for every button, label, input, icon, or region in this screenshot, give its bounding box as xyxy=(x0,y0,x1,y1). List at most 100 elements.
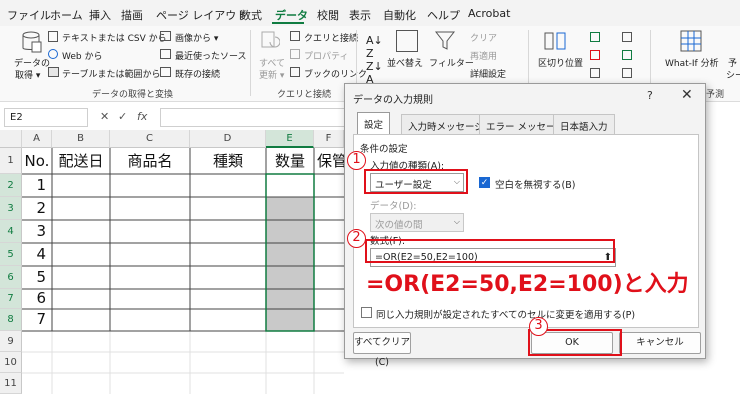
from-web[interactable]: Web から xyxy=(62,49,102,62)
row-header-7[interactable]: 7 xyxy=(0,289,22,309)
menu-data[interactable]: データ xyxy=(275,7,308,23)
column-header-e[interactable]: E xyxy=(266,130,314,148)
row-header-2[interactable]: 2 xyxy=(0,174,22,197)
menu-formulas[interactable]: 数式 xyxy=(240,7,262,23)
column-header-b[interactable]: B xyxy=(52,130,110,148)
recent-sources[interactable]: 最近使ったソース xyxy=(175,49,247,62)
header-type[interactable]: 種類 xyxy=(190,150,266,174)
data-validation-dialog: データの入力規則 ? ✕ 設定 入力時メッセージ エラー メッセージ 日本語入力… xyxy=(344,83,706,368)
ignore-blank-label[interactable]: 空白を無視する(B) xyxy=(495,177,575,191)
existing-connections[interactable]: 既存の接続 xyxy=(175,67,220,80)
header-product-name[interactable]: 商品名 xyxy=(110,150,190,174)
apply-all-label[interactable]: 同じ入力規則が設定されたすべてのセルに変更を適用する(P) xyxy=(376,307,635,321)
column-header-c[interactable]: C xyxy=(110,130,190,148)
row-header-5[interactable]: 5 xyxy=(0,243,22,266)
apply-all-checkbox[interactable] xyxy=(361,307,372,318)
clear-all-button[interactable]: すべてクリア(C) xyxy=(353,332,411,368)
filter-button[interactable]: フィルター xyxy=(429,56,474,69)
cell-a4[interactable]: 3 xyxy=(22,220,52,243)
text-csv-icon xyxy=(48,31,58,42)
relationships-icon[interactable] xyxy=(622,50,632,60)
consolidate-icon[interactable] xyxy=(622,32,632,42)
highlight-allow-select xyxy=(364,169,468,194)
formula-input[interactable] xyxy=(160,108,350,127)
menu-insert[interactable]: 挿入 xyxy=(89,7,111,23)
ignore-blank-checkbox[interactable]: ✓ xyxy=(479,177,490,188)
group-forecast: 予測 xyxy=(706,90,725,100)
table-borders xyxy=(22,148,344,332)
filter-icon xyxy=(434,31,456,50)
column-header-d[interactable]: D xyxy=(190,130,266,148)
select-all-corner[interactable] xyxy=(0,130,22,148)
menu-automate[interactable]: 自動化 xyxy=(383,7,416,23)
header-storage[interactable]: 保管 xyxy=(314,150,348,174)
enter-icon[interactable]: ✓ xyxy=(118,110,127,123)
row-header-3[interactable]: 3 xyxy=(0,197,22,220)
dialog-title: データの入力規則 xyxy=(353,95,433,106)
tab-input-message[interactable]: 入力時メッセージ xyxy=(401,114,491,134)
flash-fill-icon[interactable] xyxy=(590,32,600,42)
column-header-f[interactable]: F xyxy=(314,130,344,148)
from-images[interactable]: 画像から ▾ xyxy=(175,31,218,44)
remove-duplicates-icon[interactable] xyxy=(590,50,600,60)
menu-bar: ファイル ホーム 挿入 描画 ページ レイアウト 数式 データ 校閲 表示 自動… xyxy=(0,0,740,26)
close-icon[interactable]: ✕ xyxy=(681,87,693,103)
refresh-icon xyxy=(261,31,280,48)
data-model-icon[interactable] xyxy=(622,68,632,78)
get-data-label-2[interactable]: 取得 ▾ xyxy=(15,68,40,81)
row-header-11[interactable]: 11 xyxy=(0,373,22,394)
cell-a5[interactable]: 4 xyxy=(22,243,52,266)
data-validation-icon[interactable] xyxy=(590,68,600,78)
header-quantity[interactable]: 数量 xyxy=(266,150,314,174)
row-header-1[interactable]: 1 xyxy=(0,148,22,174)
advanced-filter[interactable]: 詳細設定 xyxy=(470,67,506,80)
clear-filter[interactable]: クリア xyxy=(470,31,497,44)
reapply-filter[interactable]: 再適用 xyxy=(470,49,497,62)
cell-a8[interactable]: 7 xyxy=(22,309,52,331)
header-delivery-date[interactable]: 配送日 xyxy=(52,150,110,174)
tab-ime[interactable]: 日本語入力 xyxy=(553,114,615,134)
row-header-10[interactable]: 10 xyxy=(0,352,22,373)
data-select[interactable]: 次の値の間 ⌵ xyxy=(370,213,464,232)
menu-view[interactable]: 表示 xyxy=(349,7,371,23)
refresh-all-2[interactable]: 更新 ▾ xyxy=(259,68,284,81)
menu-draw[interactable]: 描画 xyxy=(121,7,143,23)
cancel-button[interactable]: キャンセル xyxy=(619,332,701,354)
whatif-analysis[interactable]: What-If 分析 xyxy=(665,56,719,69)
queries-icon xyxy=(290,31,300,41)
step-1-badge: 1 xyxy=(347,151,366,170)
queries-connections[interactable]: クエリと接続 xyxy=(304,31,358,44)
name-box[interactable]: E2 xyxy=(4,108,88,127)
properties[interactable]: プロパティ xyxy=(304,49,348,62)
forecast-sheet-2[interactable]: シー xyxy=(726,68,740,81)
menu-file[interactable]: ファイル xyxy=(7,7,51,23)
row-header-9[interactable]: 9 xyxy=(0,331,22,352)
menu-page-layout[interactable]: ページ レイアウト xyxy=(156,7,247,23)
cell-a3[interactable]: 2 xyxy=(22,197,52,220)
tab-settings[interactable]: 設定 xyxy=(357,112,391,135)
web-icon xyxy=(48,49,58,59)
fx-icon[interactable]: fx xyxy=(137,110,147,123)
cell-a7[interactable]: 6 xyxy=(22,288,52,310)
column-header-a[interactable]: A xyxy=(22,130,52,148)
menu-home[interactable]: ホーム xyxy=(50,7,83,23)
row-header-8[interactable]: 8 xyxy=(0,309,22,331)
from-text-csv[interactable]: テキストまたは CSV から xyxy=(62,31,167,44)
sort-button[interactable]: 並べ替え xyxy=(387,56,423,69)
help-icon[interactable]: ? xyxy=(647,89,653,102)
row-header-4[interactable]: 4 xyxy=(0,220,22,243)
workbook-links[interactable]: ブックのリンク xyxy=(304,67,367,80)
from-table[interactable]: テーブルまたは範囲から xyxy=(62,67,160,80)
menu-review[interactable]: 校閲 xyxy=(317,7,339,23)
data-label: データ(D): xyxy=(370,201,417,212)
image-icon xyxy=(160,31,171,41)
sort-az-icon[interactable]: A↓ Z xyxy=(366,34,383,60)
cancel-icon[interactable]: ✕ xyxy=(100,110,109,123)
header-no[interactable]: No. xyxy=(22,150,52,174)
cell-a6[interactable]: 5 xyxy=(22,266,52,289)
menu-acrobat[interactable]: Acrobat xyxy=(468,7,510,20)
menu-help[interactable]: ヘルプ xyxy=(427,7,460,23)
cell-a2[interactable]: 1 xyxy=(22,174,52,197)
row-header-6[interactable]: 6 xyxy=(0,266,22,289)
text-to-columns[interactable]: 区切り位置 xyxy=(538,56,583,69)
